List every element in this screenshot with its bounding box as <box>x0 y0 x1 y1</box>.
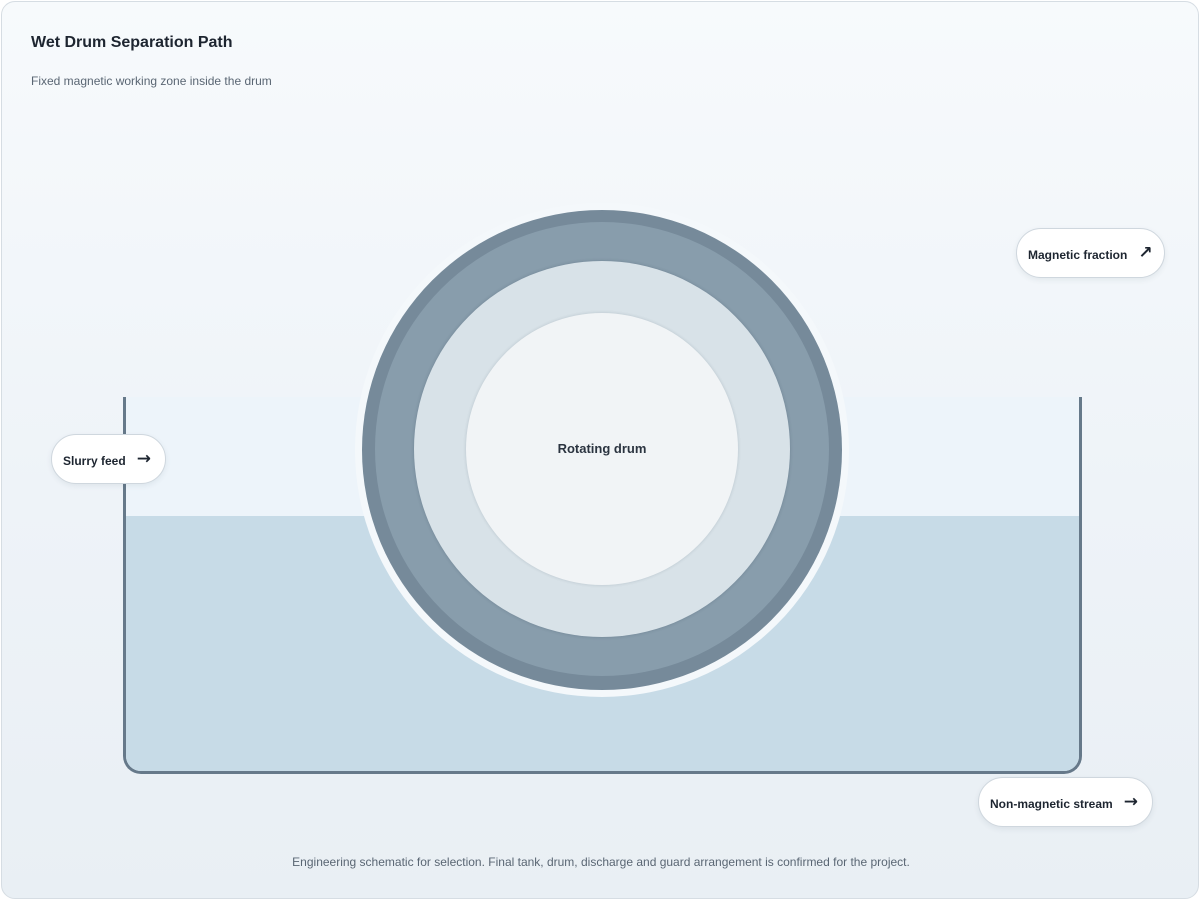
arrow-up-right-icon: ↗ <box>1138 243 1153 263</box>
non-magnetic-stream-callout: Non-magnetic stream → <box>978 777 1153 827</box>
page-subtitle: Fixed magnetic working zone inside the d… <box>31 74 272 88</box>
drum-label: Rotating drum <box>557 441 647 456</box>
non-magnetic-stream-label: Non-magnetic stream <box>990 796 1113 811</box>
slurry-feed-label: Slurry feed <box>63 453 126 468</box>
arrow-right-icon: → <box>136 449 151 469</box>
footnote: Engineering schematic for selection. Fin… <box>292 855 910 869</box>
slurry-feed-callout: Slurry feed → <box>51 434 166 484</box>
arrow-right-icon: → <box>1123 792 1138 812</box>
diagram-panel: Wet Drum Separation Path Fixed magnetic … <box>1 1 1199 899</box>
magnetic-fraction-label: Magnetic fraction <box>1028 247 1128 262</box>
page-title: Wet Drum Separation Path <box>31 34 233 51</box>
magnetic-fraction-callout: Magnetic fraction ↗ <box>1016 228 1165 278</box>
